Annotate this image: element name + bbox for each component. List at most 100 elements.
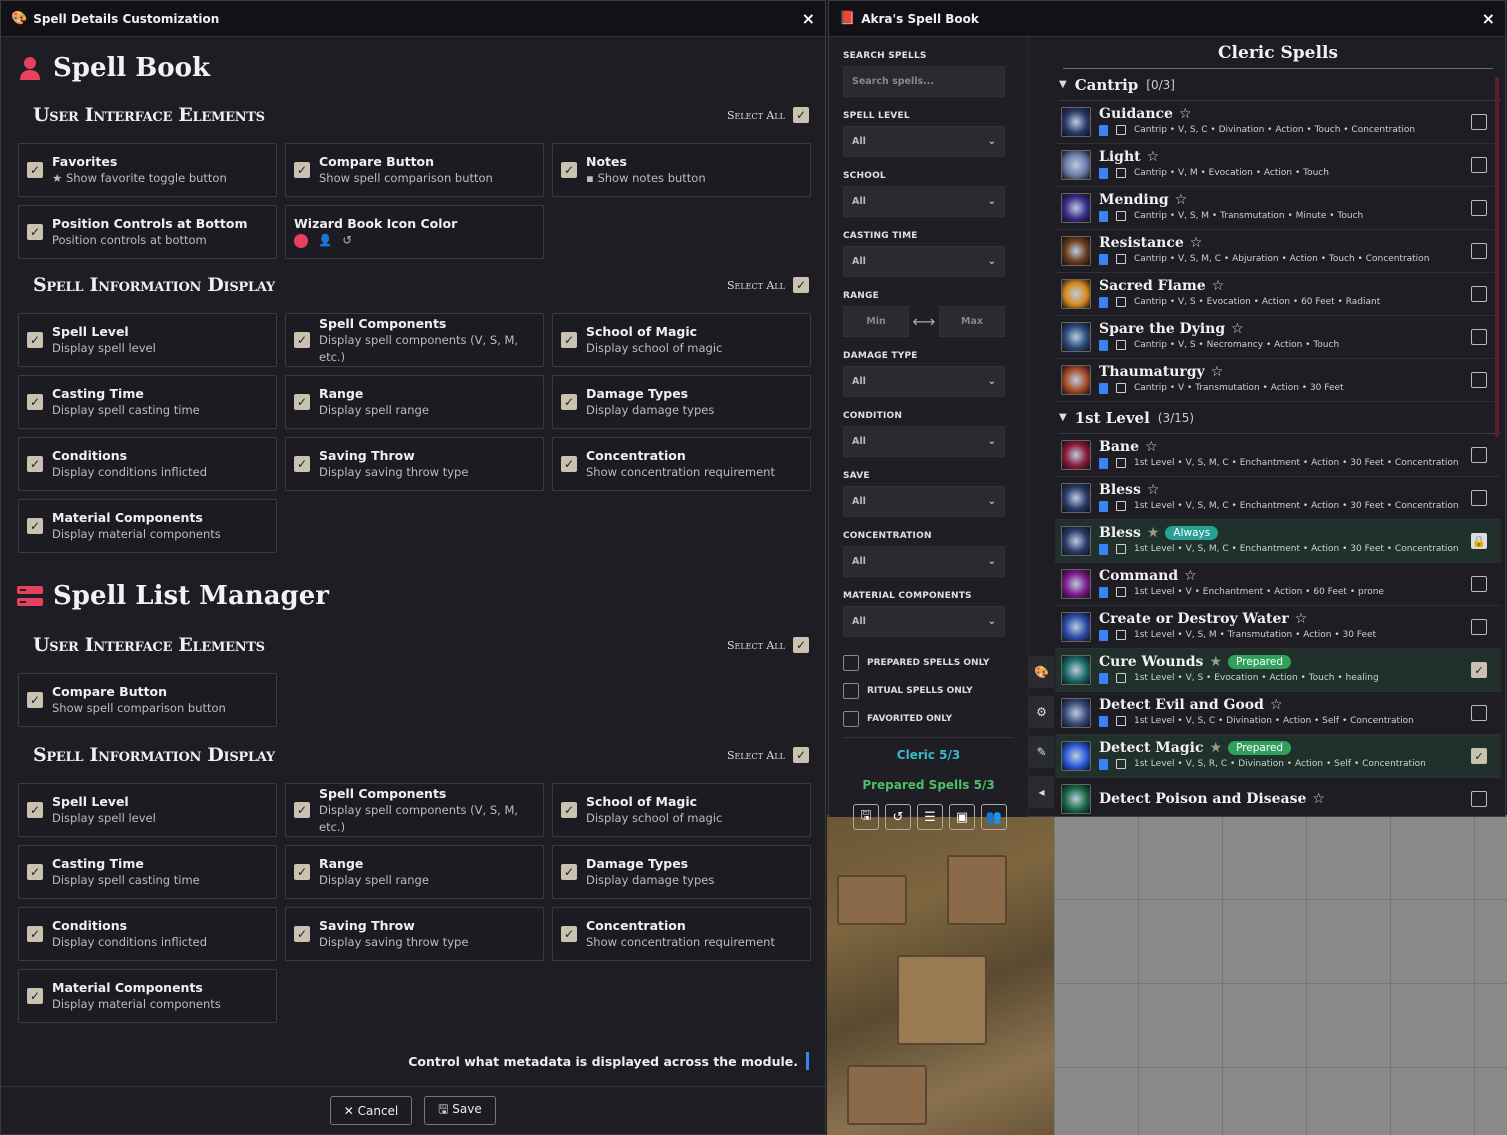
window-titlebar[interactable]: 🎨 Spell Details Customization × [1,1,825,37]
setting-card[interactable]: ✓ Spell Level Display spell level [18,313,277,367]
notes-icon[interactable] [1116,673,1126,683]
details-icon[interactable] [1099,167,1108,179]
prepare-checkbox[interactable] [1471,243,1487,259]
setting-card[interactable]: ✓ Material Components Display material com… [18,969,277,1023]
checkbox[interactable]: ✓ [27,162,43,178]
spell-row[interactable]: Thaumaturgy ☆ Cantrip • V • Transmutatio… [1055,359,1501,402]
setting-card[interactable]: ✓ Compare Button Show spell comparison but… [285,143,544,197]
checkbox[interactable]: ✓ [294,456,310,472]
checkbox[interactable]: ✓ [27,864,43,880]
checkbox[interactable]: ✓ [27,456,43,472]
concentration-select[interactable]: All ⌄ [843,546,1005,577]
details-icon[interactable] [1099,253,1108,265]
save-select[interactable]: All ⌄ [843,486,1005,517]
checkbox[interactable]: ✓ [294,802,310,818]
reset-icon[interactable]: ↺ [342,233,352,247]
star-icon[interactable]: ☆ [1270,697,1283,713]
checkbox[interactable]: ✓ [294,332,310,348]
material-components-select[interactable]: All ⌄ [843,606,1005,637]
checkbox[interactable]: ✓ [561,162,577,178]
spell-name[interactable]: Detect Evil and Good [1099,697,1264,713]
checkbox[interactable] [843,711,859,727]
close-icon[interactable]: × [802,9,815,28]
notes-icon[interactable] [1116,254,1126,264]
level-header-1st[interactable]: ▼ 1st Level (3/15) [1059,402,1501,434]
favorited-only-checkbox[interactable]: FAVORITED ONLY [843,705,1028,733]
save-button[interactable]: 🖫 Save [424,1096,496,1125]
setting-card[interactable]: ✓ School of Magic Display school of magic [552,313,811,367]
star-icon[interactable]: ☆ [1147,149,1160,165]
details-icon[interactable] [1099,629,1108,641]
spell-name[interactable]: Detect Poison and Disease [1099,791,1306,807]
prepare-checkbox[interactable] [1471,200,1487,216]
star-icon[interactable]: ☆ [1147,482,1160,498]
details-icon[interactable] [1099,210,1108,222]
prepare-checkbox[interactable] [1471,329,1487,345]
setting-card[interactable]: ✓ Damage Types Display damage types [552,845,811,899]
setting-card[interactable]: ✓ Casting Time Display spell casting time [18,375,277,429]
prepare-checkbox[interactable] [1471,791,1487,807]
setting-card[interactable]: ✓ Notes ▪ Show notes button [552,143,811,197]
notes-icon[interactable] [1116,383,1126,393]
spell-name[interactable]: Guidance [1099,106,1173,122]
checkbox[interactable]: ✓ [561,926,577,942]
checkbox[interactable] [843,655,859,671]
checkbox[interactable]: ✓ [27,518,43,534]
setting-card[interactable]: ✓ Damage Types Display damage types [552,375,811,429]
spell-name[interactable]: Cure Wounds [1099,654,1203,670]
spell-level-select[interactable]: All ⌄ [843,126,1005,157]
prepare-checkbox[interactable] [1471,286,1487,302]
select-all-checkbox[interactable]: ✓ [793,277,809,293]
checkbox[interactable]: ✓ [561,456,577,472]
spell-row[interactable]: Bless ★ Always 1st Level • V, S, M, C • … [1055,520,1501,563]
prepare-checkbox[interactable] [1471,576,1487,592]
search-input[interactable]: Search spells... [843,66,1005,97]
checkbox[interactable]: ✓ [561,332,577,348]
prepare-checkbox[interactable] [1471,157,1487,173]
notes-icon[interactable] [1116,544,1126,554]
user-icon[interactable]: 👤 [318,233,332,247]
prepare-checkbox[interactable] [1471,490,1487,506]
spell-name[interactable]: Bless [1099,482,1141,498]
prepare-checkbox[interactable] [1471,114,1487,130]
spell-name[interactable]: Thaumaturgy [1099,364,1205,380]
details-icon[interactable] [1099,124,1108,136]
close-icon[interactable]: × [1482,9,1495,28]
spell-row[interactable]: Light ☆ Cantrip • V, M • Evocation • Act… [1055,144,1501,187]
prepare-checkbox[interactable]: ✓ [1471,748,1487,764]
scrollbar[interactable] [1495,77,1499,437]
checkbox[interactable]: ✓ [27,224,43,240]
setting-card[interactable]: ✓ Spell Components Display spell component… [285,783,544,837]
spell-name[interactable]: Bless [1099,525,1141,541]
spell-row[interactable]: Spare the Dying ☆ Cantrip • V, S • Necro… [1055,316,1501,359]
details-icon[interactable] [1099,672,1108,684]
chevron-left-icon[interactable]: ◂ [1029,776,1054,808]
notes-icon[interactable] [1116,587,1126,597]
star-icon[interactable]: ☆ [1312,791,1325,807]
spell-row[interactable]: Command ☆ 1st Level • V • Enchantment • … [1055,563,1501,606]
star-icon[interactable]: ☆ [1190,235,1203,251]
star-icon[interactable]: ☆ [1145,439,1158,455]
prepare-checkbox[interactable] [1471,372,1487,388]
spell-name[interactable]: Create or Destroy Water [1099,611,1289,627]
prepare-checkbox[interactable] [1471,705,1487,721]
prepared-only-checkbox[interactable]: PREPARED SPELLS ONLY [843,649,1028,677]
star-icon[interactable]: ★ [1209,654,1222,670]
setting-card[interactable]: ✓ Favorites ★ Show favorite toggle button [18,143,277,197]
condition-select[interactable]: All ⌄ [843,426,1005,457]
spell-name[interactable]: Mending [1099,192,1169,208]
setting-card[interactable]: ✓ Range Display spell range [285,845,544,899]
list-icon[interactable]: ☰ [917,804,943,830]
star-icon[interactable]: ★ [1147,525,1160,541]
prepare-checkbox[interactable] [1471,619,1487,635]
details-icon[interactable] [1099,543,1108,555]
casting-time-select[interactable]: All ⌄ [843,246,1005,277]
reset-icon[interactable]: ↺ [885,804,911,830]
color-swatch[interactable] [294,233,308,248]
gear-icon[interactable]: ⚙ [1029,696,1054,728]
lock-icon[interactable]: 🔒 [1471,533,1487,549]
checkbox[interactable]: ✓ [561,802,577,818]
cancel-button[interactable]: ✕ Cancel [330,1096,412,1125]
spell-row[interactable]: Bane ☆ 1st Level • V, S, M, C • Enchantm… [1055,434,1501,477]
school-select[interactable]: All ⌄ [843,186,1005,217]
